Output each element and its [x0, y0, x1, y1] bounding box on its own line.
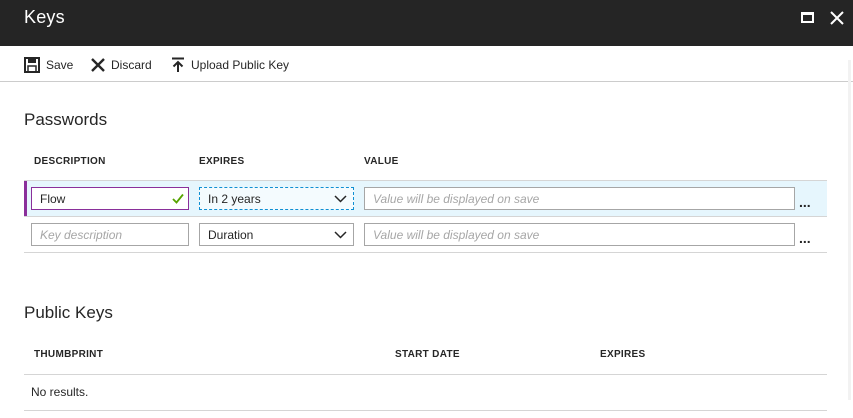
save-icon [24, 57, 40, 73]
maximize-button[interactable] [799, 9, 817, 27]
close-icon [91, 58, 105, 72]
row-accent-bar [24, 181, 27, 216]
save-button[interactable]: Save [24, 56, 73, 74]
expires-selected-value: In 2 years [208, 191, 261, 206]
chevron-down-icon [334, 231, 347, 239]
public-keys-section-title: Public Keys [24, 303, 113, 322]
discard-button[interactable]: Discard [91, 56, 152, 74]
checkmark-icon [172, 193, 184, 204]
more-options-button[interactable]: ... [799, 195, 821, 211]
table-divider [24, 374, 827, 375]
upload-icon [172, 57, 184, 72]
duration-dropdown[interactable]: Duration [199, 223, 354, 246]
description-value: Flow [40, 191, 66, 206]
key-description-placeholder: Key description [40, 227, 123, 242]
command-bar: Save Discard Upload Public Key [0, 46, 853, 82]
more-options-button[interactable]: ... [799, 231, 821, 247]
column-header-value: VALUE [364, 156, 399, 167]
column-header-thumbprint: THUMBPRINT [34, 349, 104, 360]
blade-header: Keys [0, 0, 853, 46]
upload-label: Upload Public Key [191, 58, 290, 72]
maximize-icon [801, 12, 814, 23]
discard-label: Discard [111, 58, 152, 72]
column-header-description: DESCRIPTION [34, 156, 106, 167]
column-header-start-date: START DATE [395, 349, 460, 360]
scrollbar[interactable] [848, 60, 851, 400]
column-header-expires: EXPIRES [199, 156, 245, 167]
description-field[interactable]: Flow [31, 187, 189, 210]
passwords-section-title: Passwords [24, 110, 108, 129]
table-divider [24, 410, 827, 411]
key-description-field[interactable]: Key description [31, 223, 189, 246]
close-button[interactable] [828, 9, 846, 27]
value-field[interactable]: Value will be displayed on save [364, 223, 795, 246]
empty-state-text: No results. [31, 385, 89, 399]
chevron-down-icon [334, 195, 347, 203]
duration-selected-value: Duration [208, 227, 254, 242]
save-label: Save [46, 58, 74, 72]
upload-public-key-button[interactable]: Upload Public Key [171, 56, 289, 74]
column-header-expires: EXPIRES [600, 349, 646, 360]
blade-title: Keys [24, 7, 65, 27]
expires-dropdown[interactable]: In 2 years [199, 187, 354, 210]
close-icon [830, 11, 844, 25]
value-field[interactable]: Value will be displayed on save [364, 187, 795, 210]
value-placeholder: Value will be displayed on save [373, 227, 540, 242]
table-divider [24, 252, 827, 253]
table-divider [24, 216, 827, 217]
value-placeholder: Value will be displayed on save [373, 191, 540, 206]
